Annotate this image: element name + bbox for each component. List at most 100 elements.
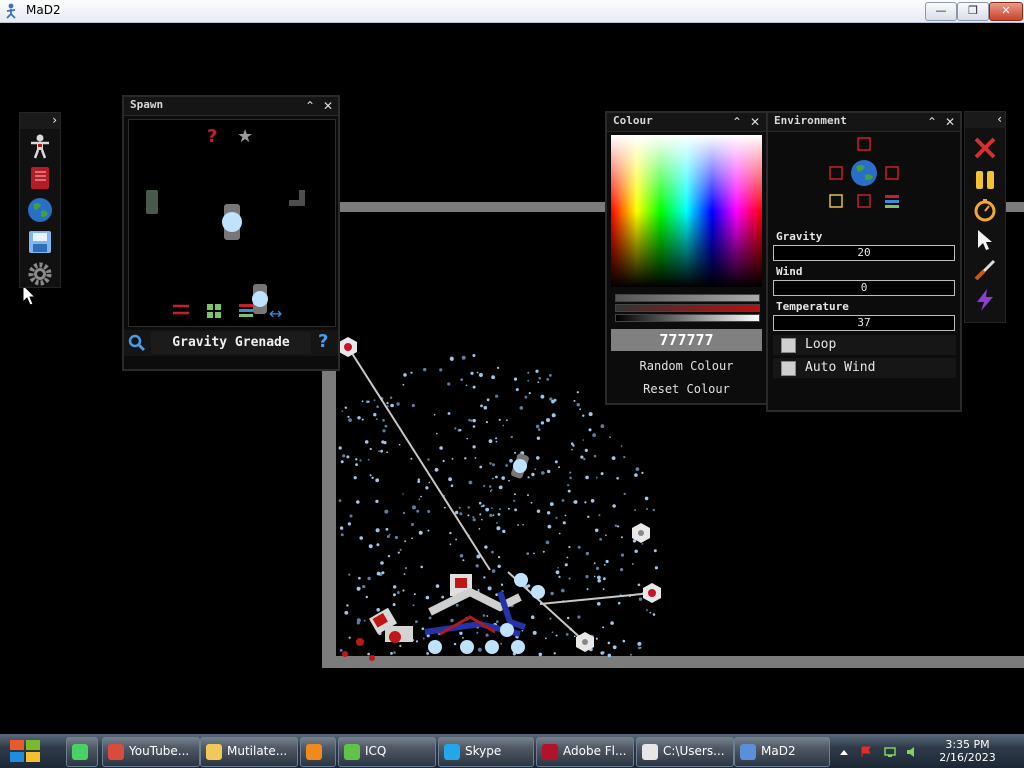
particle xyxy=(364,440,369,444)
environment-presets[interactable] xyxy=(818,133,908,213)
gear-icon[interactable] xyxy=(27,261,53,287)
magnifier-icon[interactable] xyxy=(128,334,146,352)
minimize-button[interactable]: — xyxy=(925,2,957,21)
auto-wind-checkbox[interactable]: Auto Wind xyxy=(773,358,956,378)
system-clock[interactable]: 3:35 PM 2/16/2023 xyxy=(930,738,1005,764)
right-toolbar-header[interactable]: ‹ xyxy=(965,112,1005,128)
collapse-icon[interactable]: ⌃ xyxy=(924,114,940,130)
particle xyxy=(427,458,430,461)
wind-field[interactable]: 0 xyxy=(773,280,955,296)
particle xyxy=(376,608,381,612)
particle xyxy=(609,436,611,439)
spawn-panel-header[interactable]: Spawn ⌃ ✕ xyxy=(124,97,338,116)
particle xyxy=(513,499,516,502)
particle xyxy=(491,550,494,554)
help-icon[interactable]: ? xyxy=(318,331,328,352)
colour-hex-field[interactable]: 777777 xyxy=(611,329,762,351)
taskbar-item[interactable] xyxy=(300,737,336,767)
volume-icon[interactable] xyxy=(906,746,918,758)
boot-icon xyxy=(289,190,305,206)
particle xyxy=(565,633,569,636)
title-bar[interactable]: MaD2 — ❐ ✕ xyxy=(0,0,1024,23)
saturation-slider[interactable] xyxy=(615,304,760,312)
particle xyxy=(620,553,625,557)
particle xyxy=(369,447,372,451)
cursor-icon[interactable] xyxy=(973,228,997,252)
taskbar-item[interactable]: MaD2 xyxy=(734,737,830,767)
particle xyxy=(616,525,620,528)
checkbox-box[interactable] xyxy=(781,338,796,353)
hue-slider[interactable] xyxy=(615,294,760,302)
simulation-canvas[interactable]: › Spawn ⌃ ✕ ? ★ ↔ Gravity Grenade ? Colo… xyxy=(0,22,1024,734)
close-icon[interactable]: ✕ xyxy=(320,98,336,114)
particle xyxy=(482,504,485,507)
particle xyxy=(497,366,500,369)
colour-panel-header[interactable]: Colour ⌃ ✕ xyxy=(607,113,766,132)
selected-spawn-item[interactable]: Gravity Grenade xyxy=(151,332,311,354)
lightning-icon[interactable] xyxy=(973,288,997,312)
stopwatch-icon[interactable] xyxy=(973,198,997,222)
particle xyxy=(397,551,400,554)
environment-panel-header[interactable]: Environment ⌃ ✕ xyxy=(768,113,960,132)
collapse-icon[interactable]: ⌃ xyxy=(302,98,318,114)
action-center-flag-icon[interactable] xyxy=(860,746,872,758)
random-colour-button[interactable]: Random Colour xyxy=(611,356,762,376)
start-button[interactable] xyxy=(6,736,46,766)
taskbar-item[interactable]: YouTube... xyxy=(102,737,200,767)
reset-colour-button[interactable]: Reset Colour xyxy=(611,379,762,399)
particle xyxy=(398,443,401,446)
ragdoll-icon[interactable] xyxy=(27,133,53,159)
particle xyxy=(355,463,358,466)
particle xyxy=(460,378,464,381)
pause-icon[interactable] xyxy=(973,168,997,192)
close-icon[interactable]: ✕ xyxy=(747,114,763,130)
particle xyxy=(417,480,421,483)
particle xyxy=(451,457,454,460)
brightness-slider[interactable] xyxy=(615,314,760,322)
expand-icon[interactable]: › xyxy=(52,113,57,127)
particle xyxy=(434,467,439,472)
particle xyxy=(344,406,347,409)
delete-x-icon[interactable] xyxy=(973,136,997,160)
particle xyxy=(399,548,402,552)
particle xyxy=(495,394,499,398)
particle xyxy=(538,377,541,380)
particle xyxy=(447,382,451,386)
close-icon[interactable]: ✕ xyxy=(942,114,958,130)
clock-date: 2/16/2023 xyxy=(939,751,996,764)
collapse-icon[interactable]: ⌃ xyxy=(729,114,745,130)
knife-icon[interactable] xyxy=(973,258,997,282)
taskbar-item[interactable]: ICQ xyxy=(338,737,436,767)
particle xyxy=(637,583,641,587)
loop-checkbox[interactable]: Loop xyxy=(773,335,956,355)
temperature-field[interactable]: 37 xyxy=(773,315,955,331)
network-icon[interactable] xyxy=(884,746,896,758)
spawn-preview[interactable]: ? ★ ↔ xyxy=(128,119,336,327)
taskbar-item[interactable] xyxy=(66,737,98,767)
close-button[interactable]: ✕ xyxy=(989,2,1023,21)
particle xyxy=(573,399,576,402)
tray-expand-icon[interactable] xyxy=(838,746,850,758)
particle xyxy=(553,652,556,655)
collapse-left-icon[interactable]: ‹ xyxy=(997,112,1002,126)
particle xyxy=(533,552,535,555)
particle xyxy=(478,528,481,530)
particle xyxy=(579,408,581,411)
particle xyxy=(634,473,638,477)
maximize-button[interactable]: ❐ xyxy=(957,2,989,21)
particle xyxy=(402,493,404,495)
checkbox-box[interactable] xyxy=(781,361,796,376)
taskbar-item[interactable]: Adobe Fl... xyxy=(536,737,634,767)
save-icon[interactable] xyxy=(27,229,53,255)
gravity-field[interactable]: 20 xyxy=(773,245,955,261)
grenade-icon xyxy=(222,204,242,240)
particle xyxy=(356,586,361,591)
taskbar-item[interactable]: C:\Users... xyxy=(636,737,734,767)
book-icon[interactable] xyxy=(27,165,53,191)
colour-picker-gradient[interactable] xyxy=(611,135,762,287)
globe-icon[interactable] xyxy=(27,197,53,223)
left-toolbar-header[interactable]: › xyxy=(20,113,60,129)
taskbar-item[interactable]: Skype xyxy=(438,737,534,767)
particle xyxy=(450,618,454,623)
taskbar-item[interactable]: Mutilate... xyxy=(200,737,298,767)
